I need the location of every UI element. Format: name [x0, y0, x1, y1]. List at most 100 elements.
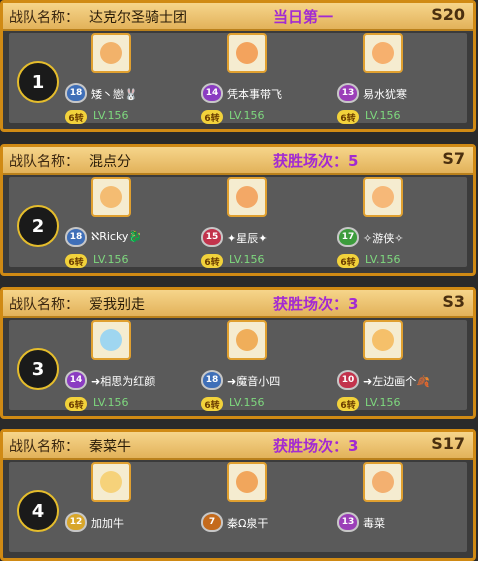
member-level: LV.156 — [93, 396, 129, 409]
rebirth-badge: 6转 — [337, 254, 359, 268]
member-avatar[interactable] — [227, 33, 267, 73]
member-avatar[interactable] — [363, 320, 403, 360]
member-name: ➜左边画个🍂 — [363, 375, 430, 388]
member-avatar[interactable] — [91, 320, 131, 360]
team-member[interactable]: 14 凭本事带飞 6转 LV.156 — [201, 33, 341, 129]
level-value: 156 — [243, 109, 265, 122]
member-name: ✧游侠✧ — [363, 232, 404, 245]
avatar-face-icon — [372, 186, 394, 208]
team-member[interactable]: 18 矮丶戀🐰 6转 LV.156 — [65, 33, 205, 129]
rebirth-badge: 6转 — [65, 397, 87, 411]
avatar-face-icon — [236, 329, 258, 351]
level-value: 156 — [107, 109, 129, 122]
rank-badge-icon: 14 — [65, 370, 87, 390]
member-name: ➜魔音小四 — [227, 375, 281, 388]
team-member[interactable]: 18 ➜魔音小四 6转 LV.156 — [201, 320, 341, 416]
avatar-face-icon — [100, 471, 122, 493]
team-member[interactable]: 13 易水犹寒 6转 LV.156 — [337, 33, 477, 129]
rank-number: 2 — [17, 205, 59, 247]
season-badge: S3 — [442, 292, 465, 311]
member-name: 秦Ω泉干 — [227, 517, 269, 530]
team-name-label: 战队名称： — [9, 297, 79, 313]
team-name: 爱我别走 — [89, 297, 145, 313]
member-name: 矮丶戀🐰 — [91, 88, 138, 101]
rank-badge-icon: 18 — [65, 227, 87, 247]
rebirth-badge: 6转 — [337, 397, 359, 411]
rank-badge-icon: 7 — [201, 512, 223, 532]
level-value: 156 — [379, 396, 401, 409]
level-value: 156 — [379, 109, 401, 122]
team-status: 获胜场次：3 — [273, 437, 359, 455]
avatar-face-icon — [100, 42, 122, 64]
level-prefix: LV. — [365, 253, 380, 266]
member-avatar[interactable] — [91, 33, 131, 73]
team-status: 获胜场次：5 — [273, 152, 359, 170]
team-name: 达克尔圣骑士团 — [89, 10, 187, 26]
team-card[interactable]: 战队名称： 混点分 获胜场次：5 S7 2 18 ℵRicky🐉 6转 LV.156 15 ✦星辰✦… — [0, 144, 476, 276]
team-name-label: 战队名称： — [9, 439, 79, 455]
member-name: ℵRicky🐉 — [91, 230, 143, 243]
team-card-header: 战队名称： 爱我别走 获胜场次：3 S3 — [3, 290, 473, 318]
member-level: LV.156 — [93, 253, 129, 266]
member-avatar[interactable] — [91, 177, 131, 217]
avatar-face-icon — [100, 186, 122, 208]
team-card[interactable]: 战队名称： 爱我别走 获胜场次：3 S3 3 14 ➜相思为红颜 6转 LV.156 18 ➜魔音小… — [0, 287, 476, 419]
team-member[interactable]: 7 秦Ω泉干 — [201, 462, 341, 558]
rank-number: 1 — [17, 61, 59, 103]
team-member[interactable]: 17 ✧游侠✧ 6转 LV.156 — [337, 177, 477, 273]
member-level: LV.156 — [229, 396, 265, 409]
member-name: ✦星辰✦ — [227, 232, 268, 245]
avatar-face-icon — [100, 329, 122, 351]
member-name: 加加牛 — [91, 517, 124, 530]
rank-badge-icon: 13 — [337, 83, 359, 103]
team-card[interactable]: 战队名称： 达克尔圣骑士团 当日第一 S20 1 18 矮丶戀🐰 6转 LV.156 14 凭本事带… — [0, 0, 476, 132]
level-prefix: LV. — [365, 109, 380, 122]
member-avatar[interactable] — [227, 462, 267, 502]
team-member[interactable]: 12 加加牛 — [65, 462, 205, 558]
avatar-face-icon — [372, 471, 394, 493]
rank-badge-icon: 13 — [337, 512, 359, 532]
rebirth-badge: 6转 — [65, 110, 87, 124]
level-value: 156 — [379, 253, 401, 266]
team-member[interactable]: 13 毒菜 — [337, 462, 477, 558]
member-level: LV.156 — [365, 253, 401, 266]
level-prefix: LV. — [229, 253, 244, 266]
member-avatar[interactable] — [91, 462, 131, 502]
team-status: 获胜场次：3 — [273, 295, 359, 313]
team-member[interactable]: 10 ➜左边画个🍂 6转 LV.156 — [337, 320, 477, 416]
team-card[interactable]: 战队名称： 秦菜牛 获胜场次：3 S17 4 12 加加牛 7 秦Ω泉干 13 毒菜 — [0, 429, 476, 561]
season-badge: S7 — [442, 149, 465, 168]
level-value: 156 — [107, 253, 129, 266]
team-member[interactable]: 18 ℵRicky🐉 6转 LV.156 — [65, 177, 205, 273]
member-name: 凭本事带飞 — [227, 88, 282, 101]
rank-badge-icon: 17 — [337, 227, 359, 247]
member-avatar[interactable] — [363, 177, 403, 217]
level-value: 156 — [107, 396, 129, 409]
avatar-face-icon — [236, 471, 258, 493]
avatar-face-icon — [236, 42, 258, 64]
level-prefix: LV. — [229, 109, 244, 122]
rebirth-badge: 6转 — [337, 110, 359, 124]
season-badge: S20 — [431, 5, 465, 24]
team-name: 混点分 — [89, 154, 131, 170]
member-avatar[interactable] — [363, 462, 403, 502]
member-avatar[interactable] — [363, 33, 403, 73]
rank-badge-icon: 14 — [201, 83, 223, 103]
rank-number: 4 — [17, 490, 59, 532]
member-name: ➜相思为红颜 — [91, 375, 156, 388]
member-name: 毒菜 — [363, 517, 385, 530]
member-level: LV.156 — [229, 253, 265, 266]
avatar-face-icon — [372, 329, 394, 351]
team-status: 当日第一 — [273, 8, 334, 26]
team-member[interactable]: 15 ✦星辰✦ 6转 LV.156 — [201, 177, 341, 273]
level-prefix: LV. — [229, 396, 244, 409]
member-avatar[interactable] — [227, 320, 267, 360]
avatar-face-icon — [372, 42, 394, 64]
team-card-header: 战队名称： 混点分 获胜场次：5 S7 — [3, 147, 473, 175]
member-level: LV.156 — [229, 109, 265, 122]
member-level: LV.156 — [365, 109, 401, 122]
member-avatar[interactable] — [227, 177, 267, 217]
rebirth-badge: 6转 — [65, 254, 87, 268]
team-member[interactable]: 14 ➜相思为红颜 6转 LV.156 — [65, 320, 205, 416]
rank-number: 3 — [17, 348, 59, 390]
